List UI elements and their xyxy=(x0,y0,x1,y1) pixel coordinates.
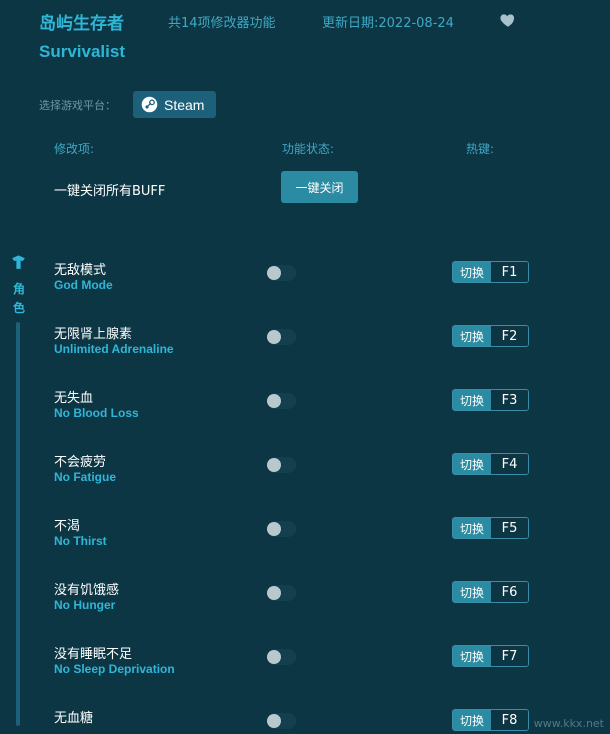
hotkey-key: F4 xyxy=(491,454,528,474)
hotkey-label: 切换 xyxy=(453,710,491,730)
hotkey-label: 切换 xyxy=(453,646,491,666)
close-all-buff-button[interactable]: 一键关闭 xyxy=(281,171,358,203)
hotkey-key: F1 xyxy=(491,262,528,282)
feature-toggle[interactable] xyxy=(267,585,296,601)
item-name-en: No Blood Loss xyxy=(54,406,139,420)
item-name-cn: 无血糖 xyxy=(54,711,94,726)
hotkey-key: F2 xyxy=(491,326,528,346)
toggle-knob xyxy=(267,650,281,664)
feature-toggle[interactable] xyxy=(267,713,296,729)
list-item: 无血糖 切换 F8 xyxy=(0,707,610,734)
hotkey-key: F5 xyxy=(491,518,528,538)
feature-toggle[interactable] xyxy=(267,521,296,537)
hotkey-key: F6 xyxy=(491,582,528,602)
list-item: 没有饥饿感 No Hunger 切换 F6 xyxy=(0,579,610,643)
hotkey-button[interactable]: 切换 F4 xyxy=(452,453,529,475)
column-header-hotkey: 热键: xyxy=(466,142,495,156)
toggle-knob xyxy=(267,458,281,472)
steam-icon xyxy=(141,96,158,113)
item-name-cn: 没有饥饿感 xyxy=(54,583,120,598)
hotkey-button[interactable]: 切换 F3 xyxy=(452,389,529,411)
hotkey-button[interactable]: 切换 F8 xyxy=(452,709,529,731)
list-item: 无失血 No Blood Loss 切换 F3 xyxy=(0,387,610,451)
item-name-en: Unlimited Adrenaline xyxy=(54,342,174,356)
toggle-knob xyxy=(267,266,281,280)
hotkey-label: 切换 xyxy=(453,582,491,602)
toggle-knob xyxy=(267,330,281,344)
list-item: 无限肾上腺素 Unlimited Adrenaline 切换 F2 xyxy=(0,323,610,387)
hotkey-label: 切换 xyxy=(453,454,491,474)
hotkey-button[interactable]: 切换 F6 xyxy=(452,581,529,603)
list-item: 没有睡眠不足 No Sleep Deprivation 切换 F7 xyxy=(0,643,610,707)
item-name-cn: 无敌模式 xyxy=(54,263,107,278)
item-name-en: No Hunger xyxy=(54,598,116,612)
toggle-knob xyxy=(267,586,281,600)
steam-button-label: Steam xyxy=(164,96,205,113)
item-name-cn: 无限肾上腺素 xyxy=(54,327,133,342)
item-name-cn: 无失血 xyxy=(54,391,94,406)
toggle-knob xyxy=(267,522,281,536)
game-title: 岛屿生存者 xyxy=(39,14,124,34)
column-header-state: 功能状态: xyxy=(282,142,335,156)
hotkey-label: 切换 xyxy=(453,390,491,410)
game-title-en: Survivalist xyxy=(39,42,125,61)
watermark: www.kkx.net xyxy=(533,717,604,730)
feature-toggle[interactable] xyxy=(267,329,296,345)
hotkey-button[interactable]: 切换 F1 xyxy=(452,261,529,283)
hotkey-key: F3 xyxy=(491,390,528,410)
hotkey-button[interactable]: 切换 F2 xyxy=(452,325,529,347)
feature-toggle[interactable] xyxy=(267,265,296,281)
feature-toggle[interactable] xyxy=(267,393,296,409)
item-name-en: God Mode xyxy=(54,278,113,292)
item-name-cn: 没有睡眠不足 xyxy=(54,647,133,662)
item-name-en: No Fatigue xyxy=(54,470,116,484)
list-item: 不会疲劳 No Fatigue 切换 F4 xyxy=(0,451,610,515)
platform-label: 选择游戏平台： xyxy=(39,99,116,112)
toggle-knob xyxy=(267,714,281,728)
list-item: 无敌模式 God Mode 切换 F1 xyxy=(0,259,610,323)
update-date: 更新日期:2022-08-24 xyxy=(322,16,454,31)
steam-platform-button[interactable]: Steam xyxy=(133,91,216,118)
hotkey-label: 切换 xyxy=(453,262,491,282)
feature-count: 共14项修改器功能 xyxy=(168,16,276,31)
feature-toggle[interactable] xyxy=(267,457,296,473)
hotkey-label: 切换 xyxy=(453,326,491,346)
heart-icon[interactable] xyxy=(499,11,517,29)
close-all-buff-label: 一键关闭所有BUFF xyxy=(54,184,166,199)
hotkey-key: F8 xyxy=(491,710,528,730)
item-name-cn: 不渴 xyxy=(54,519,81,534)
toggle-knob xyxy=(267,394,281,408)
list-item: 不渴 No Thirst 切换 F5 xyxy=(0,515,610,579)
feature-toggle[interactable] xyxy=(267,649,296,665)
item-name-en: No Sleep Deprivation xyxy=(54,662,175,676)
column-header-mod: 修改项: xyxy=(54,142,95,156)
hotkey-button[interactable]: 切换 F5 xyxy=(452,517,529,539)
item-name-en: No Thirst xyxy=(54,534,107,548)
hotkey-label: 切换 xyxy=(453,518,491,538)
item-name-cn: 不会疲劳 xyxy=(54,455,107,470)
hotkey-key: F7 xyxy=(491,646,528,666)
hotkey-button[interactable]: 切换 F7 xyxy=(452,645,529,667)
